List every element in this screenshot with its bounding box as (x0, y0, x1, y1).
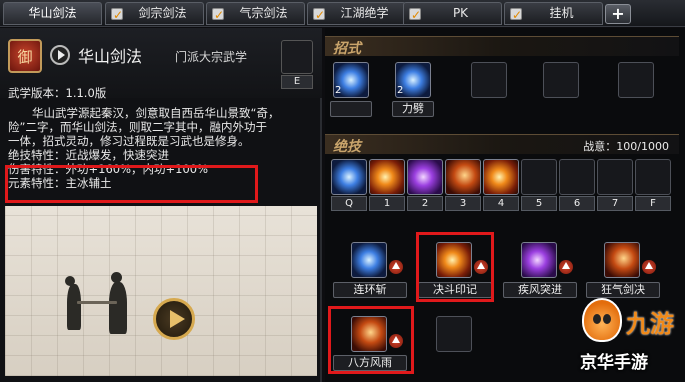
add-tab-button[interactable]: + (605, 4, 631, 24)
tab-huashan[interactable]: 华山剑法 (3, 2, 102, 25)
description-line: 险”二字，而华山剑法，则取二字其中，融内外功于 (8, 120, 267, 134)
skill-name: 疾风突进 (503, 282, 577, 298)
upgrade-arrow-icon[interactable] (389, 260, 403, 274)
version-text: 武学版本：1.1.0版 (8, 86, 107, 100)
move-count: 2 (397, 85, 404, 96)
martial-art-category: 门派大宗武学 (175, 50, 248, 64)
hotbar-slot-q[interactable] (331, 159, 367, 195)
hotbar-slot-1[interactable] (369, 159, 405, 195)
hotbar-slot-f[interactable] (635, 159, 671, 195)
tab-checkbox[interactable] (313, 5, 325, 26)
hotbar-key: 1 (369, 196, 405, 211)
highlight-box (416, 232, 494, 302)
hotbar-key: 6 (559, 196, 595, 211)
tab-jianghu[interactable]: 江湖绝学 (307, 2, 406, 26)
hotbar-slot-5[interactable] (521, 159, 557, 195)
skill-slot-empty[interactable] (436, 316, 472, 352)
hotbar-slot-6[interactable] (559, 159, 595, 195)
fighter-figure (67, 284, 81, 330)
skill-icon-kuangqijianjue[interactable] (604, 242, 640, 278)
move-slot-empty[interactable] (471, 62, 507, 98)
tab-jianzong[interactable]: 剑宗剑法 (105, 2, 204, 26)
preview-scene (5, 206, 317, 376)
ultimates-title: 绝技 (333, 139, 361, 155)
martial-art-title: 华山剑法 (78, 47, 143, 66)
upgrade-arrow-icon[interactable] (642, 260, 656, 274)
moves-section-header: 招式 (325, 36, 679, 57)
hotbar-slot-2[interactable] (407, 159, 443, 195)
hotbar-key: 7 (597, 196, 633, 211)
tab-guaji[interactable]: 挂机 (504, 2, 603, 26)
tab-checkbox[interactable] (510, 5, 522, 26)
emblem-char: 御 (17, 48, 33, 66)
sword (77, 301, 117, 304)
play-preview-button[interactable] (153, 298, 195, 340)
hotbar-slot-3[interactable] (445, 159, 481, 195)
fight-power: 战意：100/1000 (583, 140, 669, 153)
hotbar-key: 2 (407, 196, 443, 211)
fox-logo-icon (582, 298, 622, 342)
tab-label: 江湖绝学 (340, 6, 389, 20)
ultimates-section-header: 绝技 战意：100/1000 (325, 134, 679, 155)
tab-bar: 华山剑法 剑宗剑法 气宗剑法 江湖绝学 PK 挂机 + (0, 0, 685, 27)
fighter-head (111, 272, 122, 283)
tab-label: PK (452, 6, 469, 20)
tab-checkbox[interactable] (409, 5, 421, 26)
hotbar-key: 3 (445, 196, 481, 211)
move-slot[interactable]: 2 (333, 62, 369, 98)
moves-title: 招式 (333, 41, 361, 57)
skill-name: 连环斩 (333, 282, 407, 298)
highlight-box (328, 306, 414, 374)
upgrade-arrow-icon[interactable] (559, 260, 573, 274)
tab-checkbox[interactable] (111, 5, 123, 26)
skill-trait: 绝技特性：近战爆发，快速突进 (8, 148, 169, 162)
fighter-figure (109, 282, 127, 334)
tab-label: 挂机 (549, 6, 574, 20)
play-icon[interactable] (50, 45, 70, 65)
watermark: 九游 京华手游 (574, 296, 684, 382)
hotbar-key: 4 (483, 196, 519, 211)
tab-qizong[interactable]: 气宗剑法 (206, 2, 305, 26)
highlight-box (5, 165, 258, 203)
hotbar-slot-7[interactable] (597, 159, 633, 195)
hotbar-key: 5 (521, 196, 557, 211)
hotbar-key: Q (331, 196, 367, 211)
tab-label: 华山剑法 (28, 6, 77, 20)
move-slot[interactable]: 2 (395, 62, 431, 98)
sect-emblem-icon: 御 (8, 39, 42, 73)
fighter-head (65, 276, 75, 286)
martial-art-panel: 御 华山剑法 门派大宗武学 E 武学版本：1.1.0版 华山武学源起秦汉，剑意取… (0, 28, 322, 382)
move-label (330, 101, 372, 117)
tab-label: 气宗剑法 (239, 6, 288, 20)
tab-pk[interactable]: PK (403, 2, 502, 26)
description-line: 一体，招式灵动，修习过程既是习武也是修身。 (8, 134, 250, 148)
move-slot-empty[interactable] (543, 62, 579, 98)
watermark-logo-text: 九游 (626, 310, 674, 338)
move-label: 力劈 (392, 101, 434, 117)
skill-icon-lianhuanzhan[interactable] (351, 242, 387, 278)
move-slot-empty[interactable] (618, 62, 654, 98)
description-line: 华山武学源起秦汉，剑意取自西岳华山景致“奇， (32, 106, 280, 120)
watermark-site-text: 京华手游 (580, 353, 648, 373)
hotbar-key: F (635, 196, 671, 211)
tab-label: 剑宗剑法 (138, 6, 187, 20)
skill-icon-jifengtujin[interactable] (521, 242, 557, 278)
skill-slot[interactable] (281, 40, 313, 74)
move-count: 2 (335, 85, 342, 96)
tab-checkbox[interactable] (212, 5, 224, 26)
hotbar-slot-4[interactable] (483, 159, 519, 195)
